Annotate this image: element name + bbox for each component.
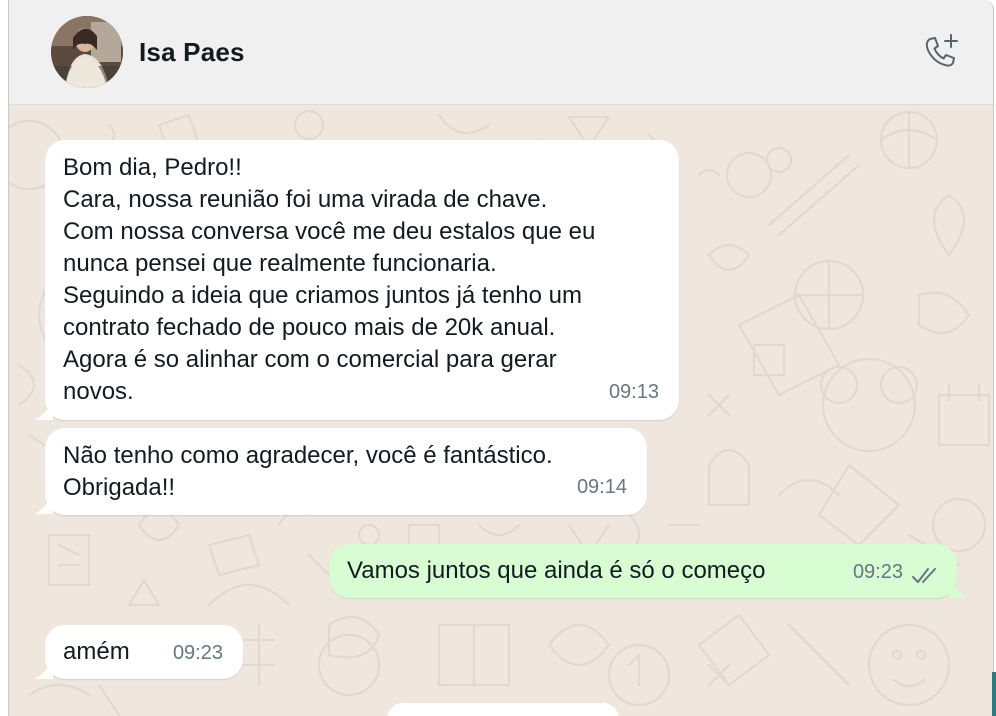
message-area[interactable]: Bom dia, Pedro!! Cara, nossa reunião foi… bbox=[9, 105, 993, 716]
contact-name[interactable]: Isa Paes bbox=[139, 37, 245, 68]
next-message-peek bbox=[387, 703, 619, 716]
contact-photo bbox=[51, 16, 123, 88]
bubble-tail bbox=[949, 580, 967, 598]
message-bubble-outgoing[interactable]: Vamos juntos que ainda é só o começo 09:… bbox=[329, 544, 967, 598]
bubble-tail bbox=[35, 661, 53, 679]
message-text: Não tenho como agradecer, você é fantást… bbox=[63, 442, 553, 501]
message-text: Bom dia, Pedro!! Cara, nossa reunião foi… bbox=[63, 154, 596, 405]
bubble-tail bbox=[35, 402, 53, 420]
message-bubble-incoming[interactable]: Bom dia, Pedro!! Cara, nossa reunião foi… bbox=[35, 140, 679, 420]
double-check-icon bbox=[912, 568, 936, 583]
chat-window: Isa Paes Bom dia, Pedro!! Cara, nossa re… bbox=[8, 0, 994, 716]
message-bubble-incoming[interactable]: amém 09:23 bbox=[35, 625, 243, 679]
message-time: 09:14 bbox=[576, 476, 627, 498]
message-bubble-incoming[interactable]: Não tenho como agradecer, você é fantást… bbox=[35, 428, 647, 515]
message-time: 09:13 bbox=[608, 381, 659, 403]
contact-avatar[interactable] bbox=[51, 16, 123, 88]
message-time: 09:23 bbox=[172, 642, 223, 664]
chat-header: Isa Paes bbox=[9, 0, 993, 105]
phone-add-icon bbox=[925, 34, 958, 67]
background-window-edge bbox=[992, 672, 996, 716]
message-time: 09:23 bbox=[852, 561, 903, 583]
bubble-tail bbox=[35, 496, 53, 514]
message-text: Vamos juntos que ainda é só o começo bbox=[347, 557, 766, 584]
add-call-button[interactable] bbox=[919, 30, 963, 74]
